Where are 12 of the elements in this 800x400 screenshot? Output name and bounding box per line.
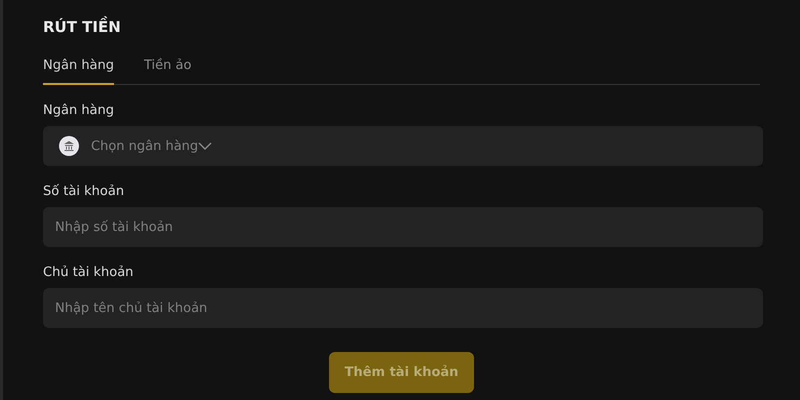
bank-select[interactable]: Chọn ngân hàng: [43, 126, 763, 166]
tab[interactable]: Ngân hàng: [43, 58, 114, 85]
select-placeholder: Chọn ngân hàng: [91, 138, 198, 154]
field-label: Chủ tài khoản: [43, 265, 134, 280]
input-field[interactable]: Nhập tên chủ tài khoản: [43, 288, 763, 328]
field-label: Ngân hàng: [43, 103, 116, 118]
tab[interactable]: Tiền ảo: [144, 58, 192, 85]
panel-title: RÚT TIỀN: [43, 18, 122, 38]
input-field[interactable]: Nhập số tài khoản: [43, 207, 763, 247]
field-label: Số tài khoản: [43, 184, 126, 199]
bank-icon: [59, 136, 79, 156]
chevron-down-icon: [198, 142, 212, 150]
